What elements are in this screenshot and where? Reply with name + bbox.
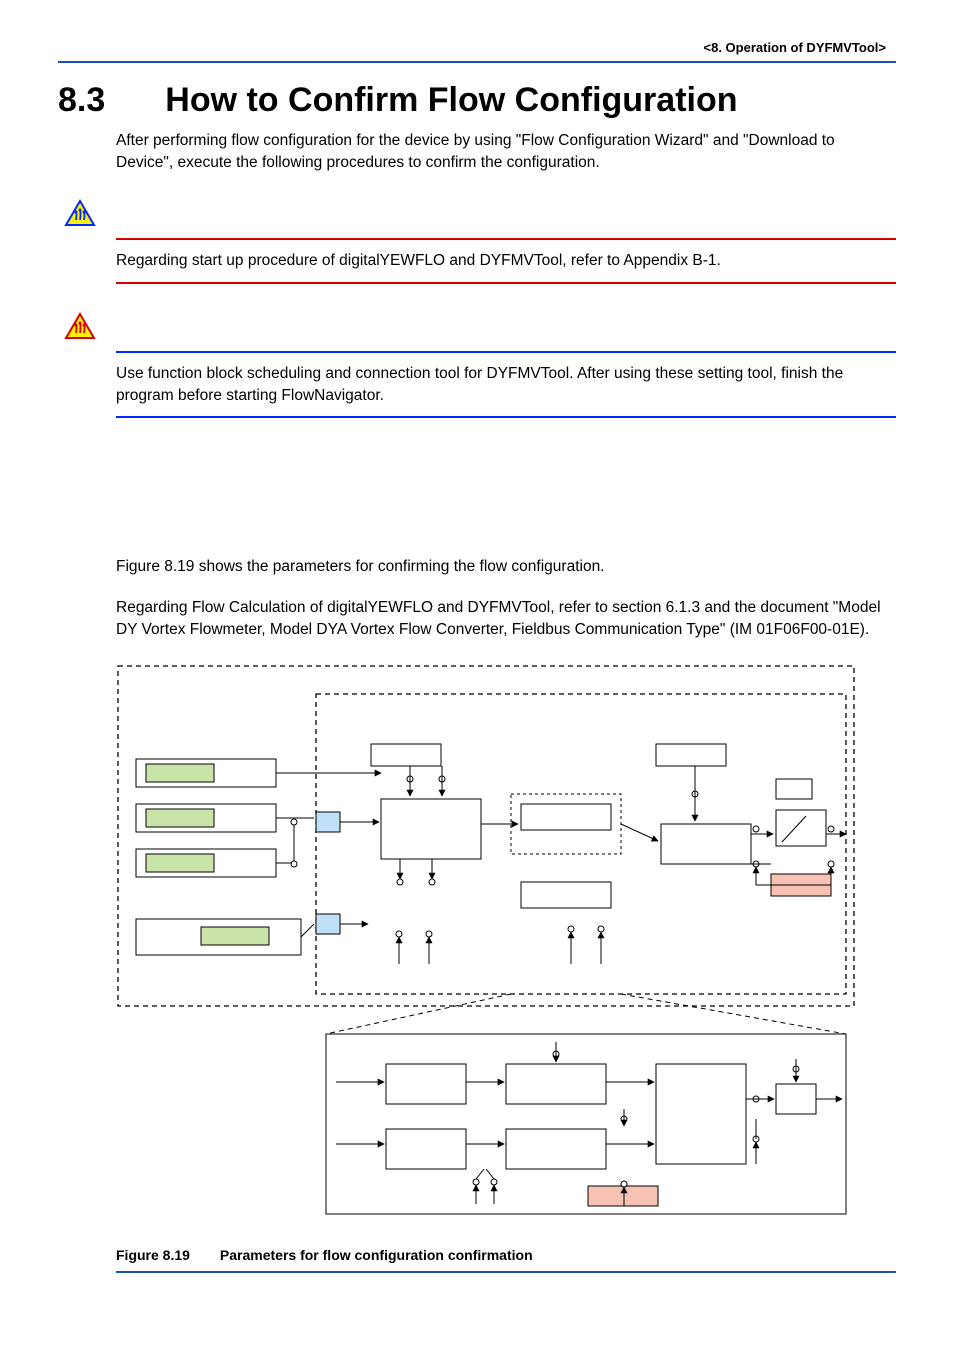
figure-number: Figure 8.19: [116, 1247, 190, 1263]
notice-block-1: Regarding start up procedure of digitalY…: [58, 199, 896, 284]
figure-caption: Figure 8.19 Parameters for flow configur…: [116, 1247, 896, 1263]
attention-icon: [64, 312, 896, 345]
header-rule: [58, 61, 896, 63]
mid-para-1: Figure 8.19 shows the parameters for con…: [116, 556, 896, 578]
notice-rule-bottom: [116, 282, 896, 284]
footer-rule: [116, 1271, 896, 1273]
notice-text-1: Regarding start up procedure of digitalY…: [116, 240, 896, 282]
intro-paragraph: After performing flow configuration for …: [116, 130, 896, 173]
section-heading: 8.3 How to Confirm Flow Configuration: [58, 81, 896, 120]
section-number: 8.3: [58, 81, 105, 120]
figure-title: Parameters for flow configuration confir…: [220, 1247, 533, 1263]
mid-text: Figure 8.19 shows the parameters for con…: [116, 556, 896, 641]
notice-block-2: Use function block scheduling and connec…: [58, 312, 896, 418]
attention-icon: [64, 199, 896, 232]
notice-rule-bottom: [116, 416, 896, 418]
page-header: <8. Operation of DYFMVTool>: [58, 40, 896, 55]
figure-diagram: [116, 664, 856, 1229]
mid-para-2: Regarding Flow Calculation of digitalYEW…: [116, 597, 896, 642]
section-title: How to Confirm Flow Configuration: [165, 81, 737, 120]
notice-text-2: Use function block scheduling and connec…: [116, 353, 896, 416]
